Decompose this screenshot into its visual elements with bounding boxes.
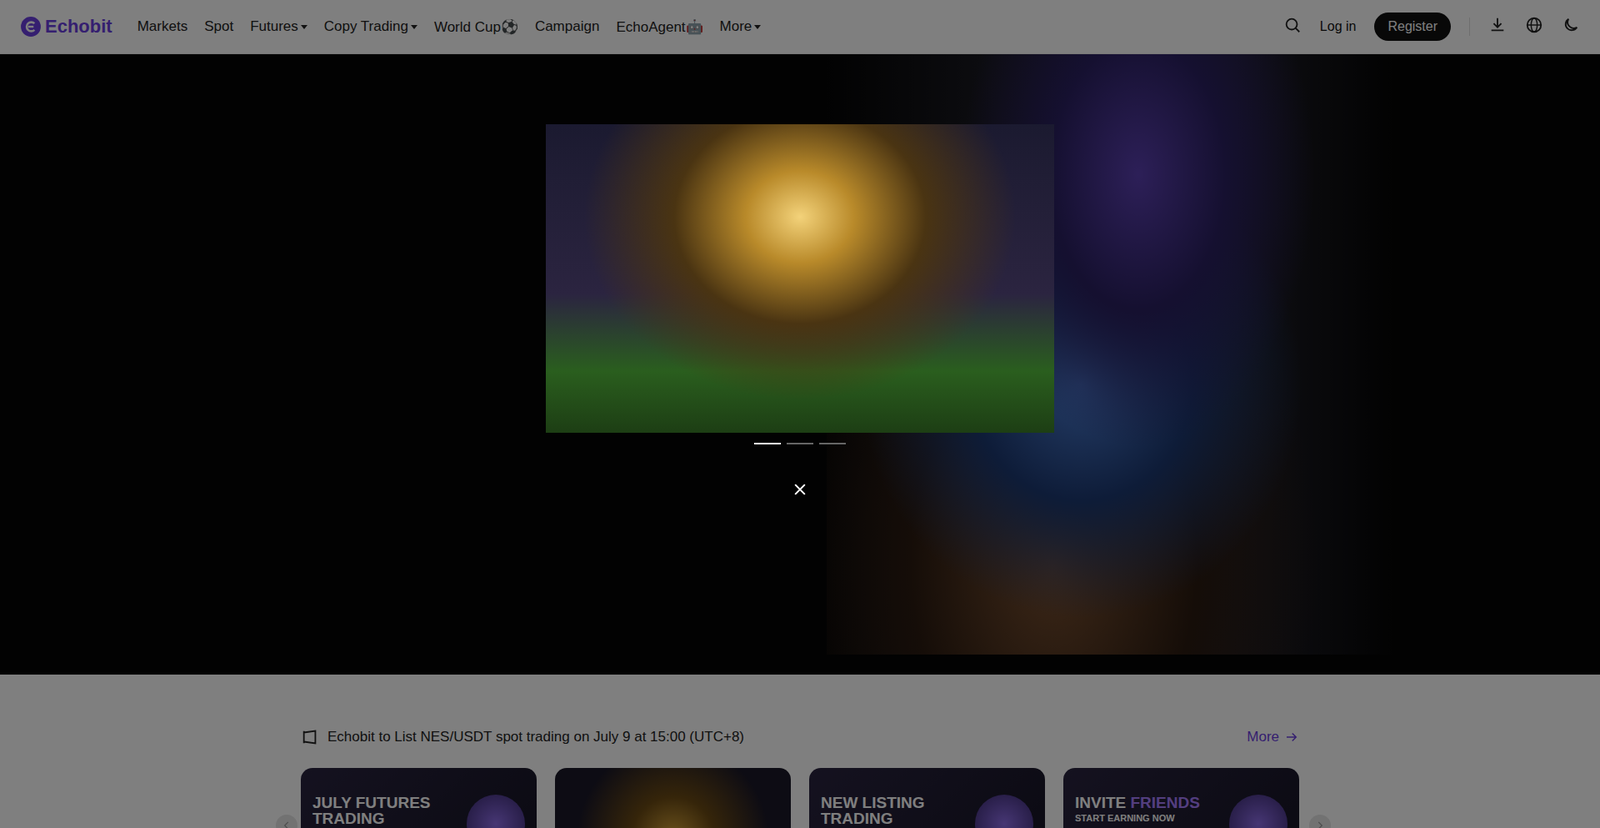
carousel-dot[interactable] xyxy=(819,442,846,445)
carousel-dots xyxy=(754,442,846,445)
carousel-dot[interactable] xyxy=(754,442,781,445)
promo-modal xyxy=(0,124,1600,498)
carousel-dot[interactable] xyxy=(786,442,814,445)
modal-banner[interactable] xyxy=(545,124,1055,433)
close-button[interactable] xyxy=(791,480,809,498)
close-icon xyxy=(791,480,809,498)
